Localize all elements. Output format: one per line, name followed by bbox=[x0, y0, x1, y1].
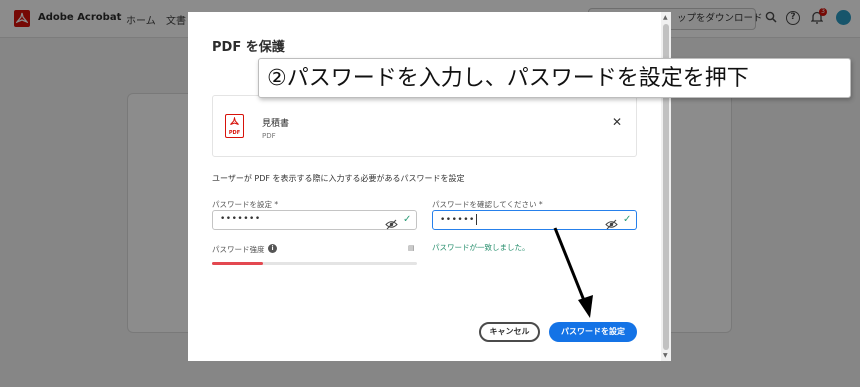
instruction-arrow bbox=[553, 227, 593, 318]
